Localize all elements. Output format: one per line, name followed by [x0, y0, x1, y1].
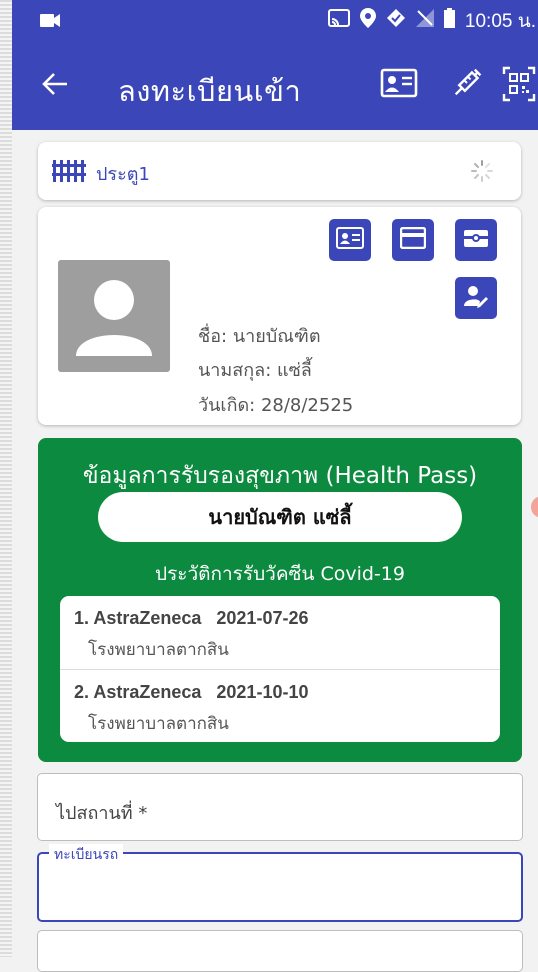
dose-label: 1. AstraZeneca 2021-07-26 [74, 608, 309, 628]
camera-icon [463, 227, 489, 254]
license-plate-label: ทะเบียนรถ [49, 844, 124, 866]
next-field[interactable] [37, 930, 523, 972]
vaccine-history-title: ประวัติการรับวัคซีน Covid-19 [155, 563, 405, 585]
cast-icon [327, 9, 350, 33]
app-bar: ลงทะเบียนเข้า [12, 42, 538, 130]
status-time: 10:05 น. [464, 11, 536, 32]
person-first-name: ชื่อ: นายบัณฑิต [198, 326, 321, 347]
no-sim-icon [415, 9, 434, 33]
license-plate-input[interactable] [57, 872, 501, 904]
list-item: 2. AstraZeneca 2021-10-10 โรงพยาบาลตากสิ… [60, 669, 500, 742]
gate-fence-icon [52, 160, 86, 187]
back-arrow-icon[interactable] [42, 72, 68, 101]
read-card-button[interactable] [392, 219, 434, 261]
health-pass-card: ข้อมูลการรับรองสุขภาพ (Health Pass) นายบ… [38, 438, 522, 762]
dose-label: 2. AstraZeneca 2021-10-10 [74, 682, 309, 702]
vaccine-list: 1. AstraZeneca 2021-07-26 โรงพยาบาลตากสิ… [60, 596, 500, 742]
floating-button[interactable] [531, 496, 538, 518]
video-icon [40, 13, 60, 33]
status-bar: 10:05 น. [12, 0, 538, 42]
page-title: ลงทะเบียนเข้า [118, 74, 302, 108]
health-pass-title: ข้อมูลการรับรองสุขภาพ (Health Pass) [82, 463, 478, 489]
dose-place: โรงพยาบาลตากสิน [88, 640, 229, 660]
list-item: 1. AstraZeneca 2021-07-26 โรงพยาบาลตากสิ… [60, 596, 500, 668]
destination-placeholder: ไปสถานที่ * [56, 803, 148, 824]
destination-field[interactable]: ไปสถานที่ * [37, 773, 523, 841]
vpn-icon [386, 8, 406, 34]
id-card-icon [336, 226, 364, 254]
read-id-card-button[interactable] [329, 219, 371, 261]
location-icon [359, 8, 376, 34]
scroll-edge [0, 0, 12, 957]
battery-icon [443, 8, 455, 34]
dose-place: โรงพยาบาลตากสิน [88, 714, 229, 734]
avatar [58, 260, 170, 372]
license-plate-field[interactable]: ทะเบียนรถ [37, 844, 523, 922]
qr-code-icon[interactable] [502, 66, 536, 107]
gate-selector[interactable]: ประตู1 [38, 142, 521, 200]
camera-button[interactable] [455, 219, 497, 261]
vaccine-icon[interactable] [450, 66, 484, 105]
credit-card-icon [399, 226, 427, 254]
user-edit-icon [463, 284, 489, 313]
id-card-icon[interactable] [380, 66, 418, 105]
edit-person-button[interactable] [455, 277, 497, 319]
person-last-name: นามสกุล: แซ่ลี้ [198, 360, 312, 381]
person-birth-date: วันเกิด: 28/8/2525 [198, 395, 354, 416]
gate-label: ประตู1 [96, 164, 150, 185]
loading-spinner-icon [471, 160, 493, 187]
health-pass-name: นายบัณฑิต แซ่ลี้ [98, 492, 462, 542]
person-card: ชื่อ: นายบัณฑิต นามสกุล: แซ่ลี้ วันเกิด:… [38, 207, 521, 425]
